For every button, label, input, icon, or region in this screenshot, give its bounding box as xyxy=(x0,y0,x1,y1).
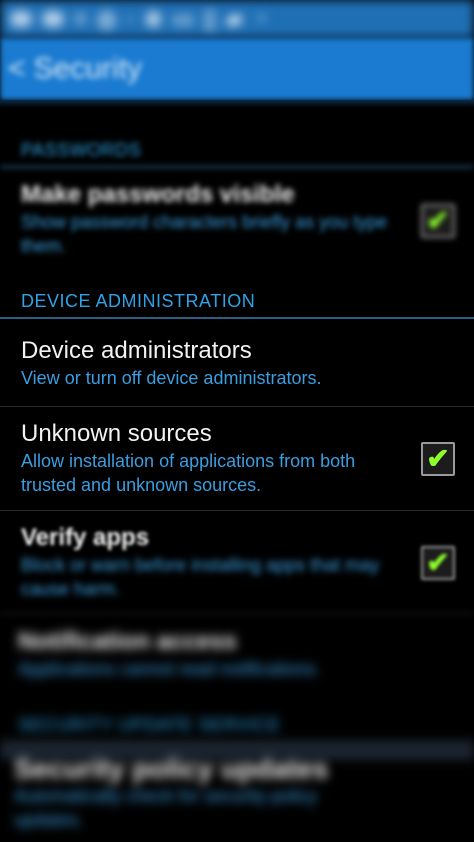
setting-title: Notification access xyxy=(18,628,237,655)
check-icon: ✔ xyxy=(426,443,450,474)
setting-verify-apps[interactable]: Verify apps Block or warn before install… xyxy=(0,523,474,607)
section-header-passwords: PASSWORDS xyxy=(21,140,142,160)
verify-apps-checkbox[interactable]: ✔ xyxy=(421,546,455,580)
setting-title: Security policy updates xyxy=(14,753,329,784)
list-divider xyxy=(0,406,474,407)
check-icon: ✔ xyxy=(426,547,450,578)
setting-subtitle: Applications cannot read notifications. xyxy=(18,659,321,679)
notification-icon xyxy=(42,11,64,27)
setting-make-passwords-visible[interactable]: Make passwords visible Show password cha… xyxy=(0,180,474,270)
section-header-device-administration: DEVICE ADMINISTRATION xyxy=(21,291,256,311)
setting-subtitle: Automatically check for security policy … xyxy=(14,786,318,830)
section-header-security-update: SECURITY UPDATE SERVICE xyxy=(18,715,281,735)
setting-unknown-sources[interactable]: Unknown sources Allow installation of ap… xyxy=(0,419,474,503)
action-bar-shadow xyxy=(0,100,474,108)
section-divider xyxy=(0,166,474,168)
list-divider xyxy=(0,510,474,511)
setting-device-administrators[interactable]: Device administrators View or turn off d… xyxy=(0,336,474,402)
status-bar: ≡ ◎ ◦ ⊕ ▭ ▯ ▰ ◔ xyxy=(0,0,474,38)
list-divider xyxy=(0,613,474,614)
setting-title: Device administrators xyxy=(21,337,252,364)
setting-notification-access[interactable]: Notification access Applications cannot … xyxy=(0,627,474,697)
section-divider xyxy=(0,317,474,319)
setting-subtitle: Block or warn before installing apps tha… xyxy=(21,555,380,599)
notification-icon xyxy=(10,11,32,27)
action-bar: < Security xyxy=(0,38,474,100)
setting-subtitle: Allow installation of applications from … xyxy=(21,451,356,495)
check-icon: ✔ xyxy=(426,205,450,236)
setting-title: Make passwords visible xyxy=(21,181,295,208)
back-arrow-icon[interactable]: < xyxy=(8,52,26,86)
setting-subtitle: View or turn off device administrators. xyxy=(21,368,322,388)
make-passwords-visible-checkbox[interactable]: ✔ xyxy=(421,204,455,238)
setting-title: Unknown sources xyxy=(21,420,212,447)
page-title[interactable]: Security xyxy=(34,52,142,86)
status-icons: ≡ ◎ ◦ ⊕ ▭ ▯ ▰ ◔ xyxy=(74,6,269,31)
setting-subtitle: Show password characters briefly as you … xyxy=(21,212,388,256)
setting-security-policy-updates[interactable]: Security policy updates Automatically ch… xyxy=(0,754,474,842)
unknown-sources-checkbox[interactable]: ✔ xyxy=(421,442,455,476)
setting-title: Verify apps xyxy=(21,524,150,551)
